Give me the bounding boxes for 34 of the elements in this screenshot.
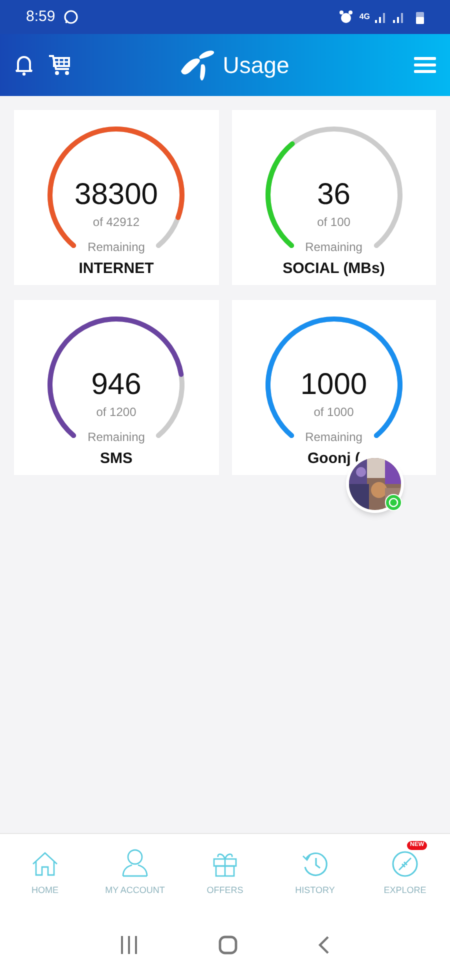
back-icon[interactable]: [318, 935, 330, 955]
usage-card[interactable]: 38300 of 42912 Remaining INTERNET: [14, 110, 218, 285]
compass-icon: [391, 850, 419, 878]
usage-total: of 1200: [96, 404, 136, 421]
usage-total: of 42912: [92, 214, 140, 231]
home-key-icon[interactable]: [218, 935, 238, 955]
home-icon: [31, 850, 59, 878]
recent-apps-icon[interactable]: [120, 935, 138, 955]
menu-button[interactable]: [414, 56, 436, 74]
person-icon: [121, 848, 149, 878]
notification-button[interactable]: [14, 53, 34, 77]
usage-label: INTERNET: [78, 259, 154, 279]
usage-value: 1000: [300, 368, 368, 402]
usage-value: 38300: [74, 178, 158, 212]
remaining-caption: Remaining: [88, 239, 145, 256]
chat-badge-icon: [385, 494, 402, 511]
chat-app-icon: [63, 9, 80, 25]
remaining-caption: Remaining: [305, 429, 362, 446]
usage-card[interactable]: 36 of 100 Remaining SOCIAL (MBs): [232, 110, 436, 285]
remaining-caption: Remaining: [305, 239, 362, 256]
page-title: Usage: [222, 50, 290, 80]
cart-button[interactable]: [48, 53, 72, 77]
usage-total: of 100: [317, 214, 350, 231]
history-icon: [301, 850, 329, 878]
remaining-caption: Remaining: [88, 429, 145, 446]
usage-value: 946: [91, 368, 142, 402]
usage-card[interactable]: 946 of 1200 Remaining SMS: [14, 300, 218, 475]
clock-time: 8:59: [26, 6, 56, 27]
usage-value: 36: [317, 178, 350, 212]
network-type: 4G: [359, 11, 370, 23]
usage-total: of 1000: [314, 404, 354, 421]
battery-icon: [416, 10, 424, 24]
usage-label: SOCIAL (MBs): [282, 259, 385, 279]
usage-label: SMS: [100, 449, 132, 469]
